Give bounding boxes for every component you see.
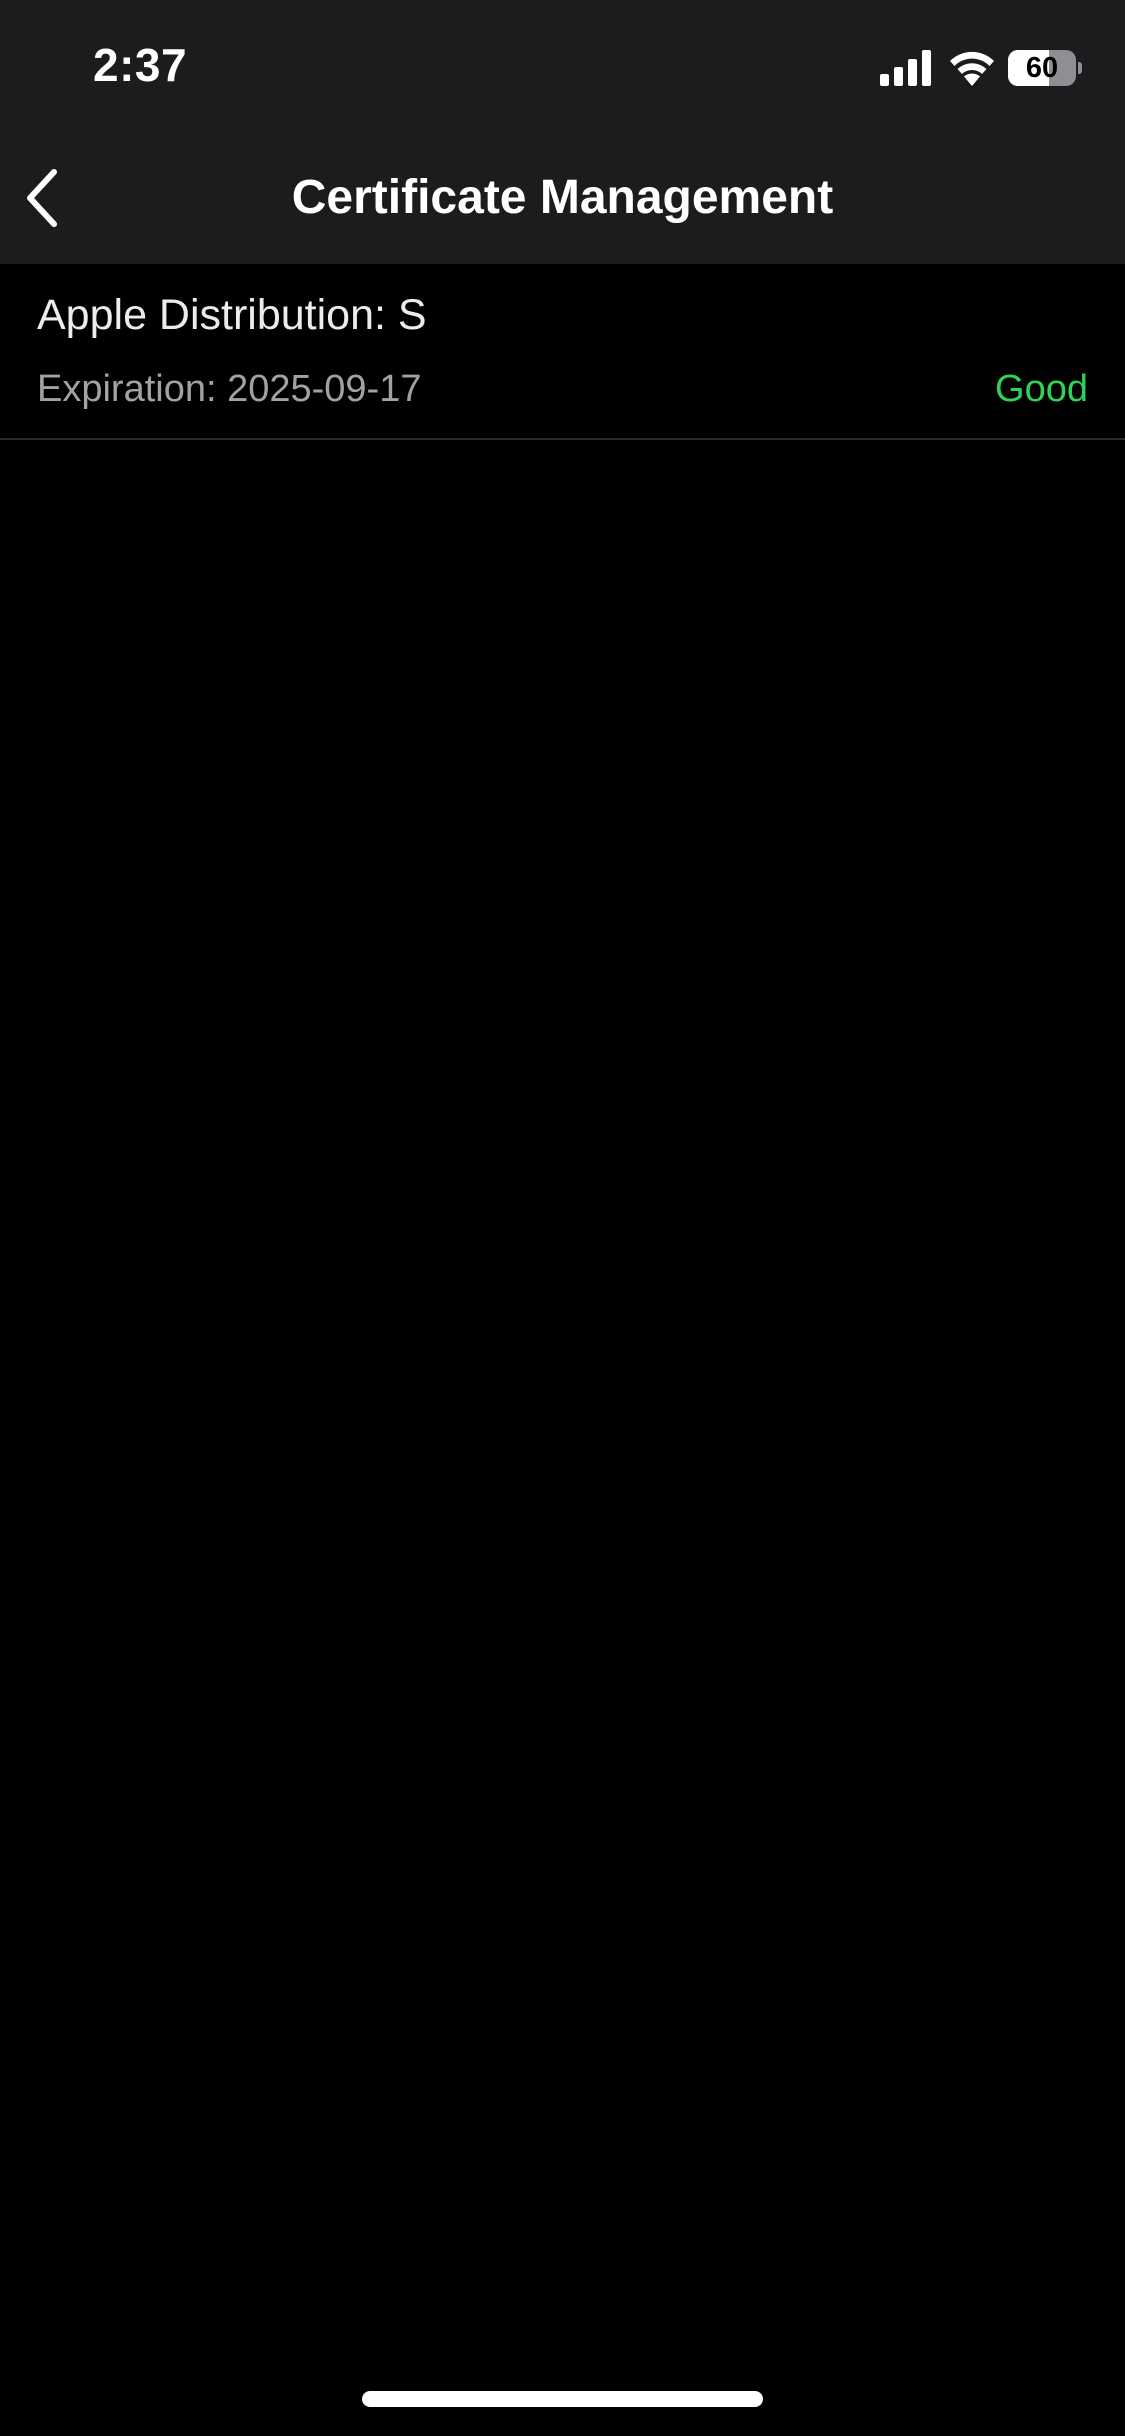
status-bar: 2:37 60	[0, 0, 1125, 132]
chevron-left-icon	[27, 169, 57, 227]
navigation-bar: Certificate Management	[0, 132, 1125, 264]
battery-icon: 60	[1008, 50, 1082, 86]
page-title: Certificate Management	[291, 171, 834, 224]
certificate-name: Apple Distribution: S	[37, 291, 427, 339]
battery-percentage: 60	[1025, 52, 1059, 84]
battery-cap	[1078, 62, 1082, 74]
battery-shell: 60	[1008, 50, 1076, 86]
certificate-list: Apple Distribution: S Expiration: 2025-0…	[0, 264, 1125, 440]
certificate-row[interactable]: Apple Distribution: S Expiration: 2025-0…	[0, 264, 1125, 440]
certificate-expiration: Expiration: 2025-09-17	[37, 368, 422, 410]
top-bar: 2:37 60 Certificate Management	[0, 0, 1125, 264]
wifi-icon	[948, 48, 996, 86]
back-button[interactable]	[10, 158, 90, 238]
home-indicator[interactable]	[362, 2391, 763, 2407]
status-time: 2:37	[93, 39, 188, 91]
cellular-signal-icon	[880, 50, 934, 86]
certificate-status: Good	[995, 368, 1088, 410]
